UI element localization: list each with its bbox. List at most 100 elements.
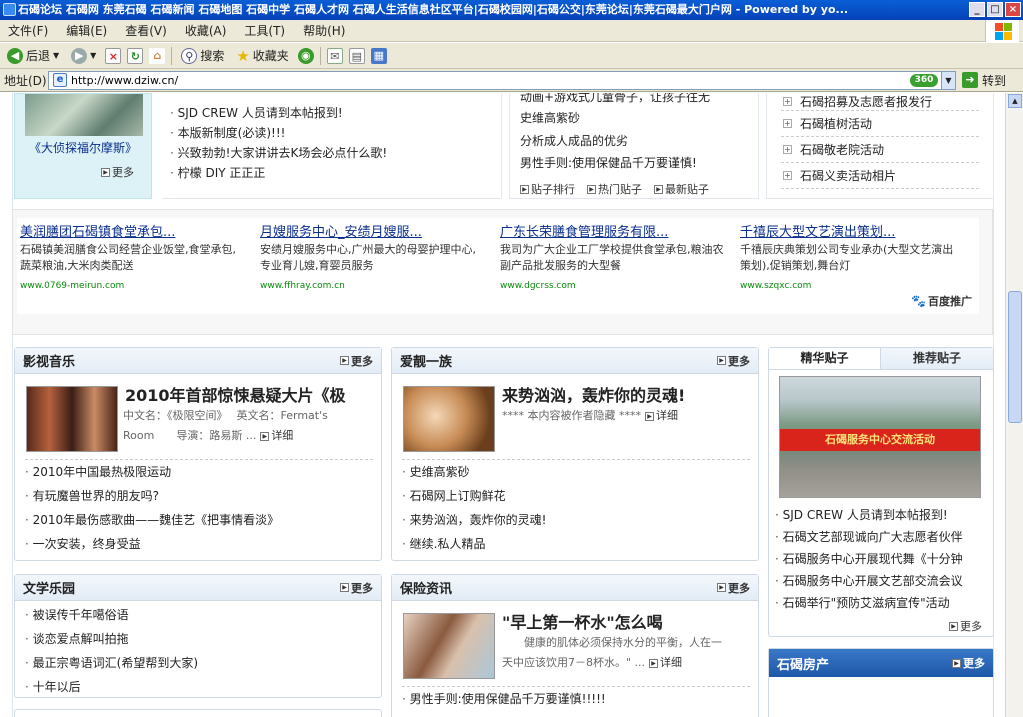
feature-title[interactable]: "早上第一杯水"怎么喝 (502, 609, 752, 633)
list-item[interactable]: 继续.私人精品 (402, 532, 750, 556)
list-item[interactable]: 男性手则:使用保健品千万要谨慎!!!!! (402, 687, 750, 711)
more-link[interactable]: ▶ 更多 (717, 353, 750, 369)
mail-icon[interactable]: ✉ (326, 47, 343, 64)
maximize-button[interactable]: □ (987, 2, 1003, 17)
list-item[interactable]: SJD CREW 人员请到本帖报到! (775, 504, 987, 526)
baidu-promo-link[interactable]: 🐾 百度推广 (911, 293, 972, 309)
ad-item[interactable]: 千禧辰大型文艺演出策划... 千禧辰庆典策划公司专业承办(大型文艺演出策划),促… (740, 224, 964, 294)
detail-link[interactable]: ▶ 详细 (649, 653, 682, 673)
tab-hot-posts[interactable]: ▶ 热门贴子 (587, 183, 642, 195)
movie-poster[interactable] (25, 94, 143, 136)
ad-panel: 美润膳团石碣镇食堂承包... 石碣镇美润膳食公司经营企业饭堂,食堂承包,蔬菜粮油… (12, 209, 993, 335)
panel-title[interactable]: 石碣房产 (777, 654, 829, 673)
list-item[interactable]: 石碣举行"预防艾滋病宣传"活动 (775, 592, 987, 614)
list-item[interactable]: 有玩魔兽世界的朋友吗? (25, 484, 373, 508)
menu-tools[interactable]: 工具(T) (244, 22, 285, 39)
movie-feature[interactable]: 《大侦探福尔摩斯》 ▶ 更多 (14, 93, 152, 199)
menu-favorites[interactable]: 收藏(A) (185, 22, 227, 39)
ad-item[interactable]: 广东长荣膳食管理服务有限... 我司为广大企业工厂学校提供食堂承包,粮油农副产品… (500, 224, 724, 294)
insurance-thumbnail[interactable] (403, 613, 495, 679)
film-thumbnail[interactable] (26, 386, 118, 452)
list-item[interactable]: + 石碣义卖活动相片 (781, 163, 979, 189)
list-item[interactable]: + 石碣招募及志愿者报发行 (781, 93, 979, 111)
menu-edit[interactable]: 编辑(E) (66, 22, 107, 39)
minimize-button[interactable]: _ (969, 2, 985, 17)
panel-title[interactable]: 爱靓一族 (400, 351, 452, 370)
security-360-badge[interactable]: 360 (910, 73, 938, 87)
home-icon[interactable]: ⌂ (149, 47, 166, 64)
list-item[interactable]: 谈恋爱点解叫拍拖 (25, 627, 373, 651)
ad-url[interactable]: www.0769-meirun.com (20, 278, 244, 294)
address-dropdown-icon[interactable]: ▼ (941, 71, 955, 89)
menu-view[interactable]: 查看(V) (125, 22, 167, 39)
list-item[interactable]: 男性手则:使用保健品千万要谨慎! (520, 153, 697, 173)
feature-title[interactable]: 来势汹汹，轰炸你的灵魂! (502, 382, 752, 406)
list-item[interactable]: 石碣网上订购鲜花 (402, 484, 750, 508)
list-item[interactable]: 史维高紫砂 (520, 108, 580, 128)
more-link[interactable]: ▶ 更多 (952, 655, 985, 671)
panel-title[interactable]: 影视音乐 (23, 351, 75, 370)
tab-new-posts[interactable]: ▶ 最新贴子 (654, 183, 709, 195)
list-item[interactable]: 石碣文艺部现诚向广大志愿者伙伴 (775, 526, 987, 548)
favorites-button[interactable]: ★ 收藏夹 (233, 47, 291, 65)
panel-title[interactable]: 保险资讯 (400, 578, 452, 597)
list-item[interactable]: 分析成人成品的优劣 (520, 131, 628, 151)
list-item[interactable]: 被误传千年噶俗语 (25, 603, 373, 627)
go-button[interactable]: ➜ 转到 (962, 72, 1006, 89)
more-link[interactable]: ▶ 更多 (949, 618, 982, 634)
print-icon[interactable]: ▤ (348, 47, 365, 64)
list-item[interactable]: 石碣服务中心开展文艺部交流会议 (775, 570, 987, 592)
movie-caption[interactable]: 《大侦探福尔摩斯》 (15, 139, 151, 156)
list-item[interactable]: 史维高紫砂 (402, 460, 750, 484)
search-button[interactable]: ⚲ 搜索 (178, 47, 227, 64)
detail-link[interactable]: ▶ 详细 (260, 426, 293, 446)
ad-url[interactable]: www.szqxc.com (740, 278, 964, 294)
detail-link[interactable]: ▶ 详细 (645, 406, 678, 426)
ad-title[interactable]: 广东长荣膳食管理服务有限... (500, 224, 724, 242)
panel-title[interactable]: 文学乐园 (23, 578, 75, 597)
list-item[interactable]: 最正宗粤语词汇(希望帮到大家) (25, 651, 373, 675)
list-item[interactable]: 十年以后 (25, 675, 373, 699)
list-item[interactable]: 2010年最伤感歌曲——魏佳艺《把事情看淡》 (25, 508, 373, 532)
more-link[interactable]: ▶ 更多 (717, 580, 750, 596)
tab-top-posts[interactable]: ▶ 贴子排行 (520, 183, 575, 195)
media-icon[interactable]: ◉ (297, 47, 314, 64)
ad-url[interactable]: www.ffhray.com.cn (260, 278, 484, 294)
vertical-scrollbar[interactable]: ▲ (1005, 93, 1023, 717)
menu-help[interactable]: 帮助(H) (303, 22, 345, 39)
list-item[interactable]: 石碣服务中心开展现代舞《十分钟 (775, 548, 987, 570)
ad-item[interactable]: 月嫂服务中心_安绩月嫂服... 安绩月嫂服务中心,广州最大的母婴护理中心,专业育… (260, 224, 484, 294)
menu-file[interactable]: 文件(F) (8, 22, 48, 39)
feature-title[interactable]: 2010年首部惊悚悬疑大片《极 (125, 382, 375, 406)
list-item[interactable]: 2010年中国最热极限运动 (25, 460, 373, 484)
stop-icon[interactable]: × (105, 47, 122, 64)
featured-photo[interactable]: 石碣服务中心交流活动 (779, 376, 981, 498)
edit-icon[interactable]: ▦ (370, 47, 387, 64)
list-item[interactable]: 来势汹汹，轰炸你的灵魂! (402, 508, 750, 532)
ad-title[interactable]: 月嫂服务中心_安绩月嫂服... (260, 224, 484, 242)
address-field[interactable]: e 360 ▼ (48, 70, 956, 90)
ad-title[interactable]: 美润膳团石碣镇食堂承包... (20, 224, 244, 242)
list-item[interactable]: 动画+游戏式儿童骨子，让孩子往无 (520, 93, 710, 107)
scroll-up-icon[interactable]: ▲ (1008, 94, 1022, 108)
beauty-thumbnail[interactable] (403, 386, 495, 452)
window-titlebar[interactable]: 石碣论坛 石碣网 东莞石碣 石碣新闻 石碣地图 石碣中学 石碣人才网 石碣人生活… (0, 0, 1023, 20)
ad-url[interactable]: www.dgcrss.com (500, 278, 724, 294)
refresh-icon[interactable]: ↻ (127, 47, 144, 64)
more-link[interactable]: ▶ 更多 (340, 580, 373, 596)
tab-featured-posts[interactable]: 精华贴子 (769, 348, 881, 369)
list-item[interactable]: + 石碣敬老院活动 (781, 137, 979, 163)
url-input[interactable] (71, 73, 910, 87)
list-item[interactable]: 柠檬 DIY 正正正 (170, 161, 266, 185)
more-link[interactable]: ▶ 更多 (340, 353, 373, 369)
tab-recommended-posts[interactable]: 推荐贴子 (881, 348, 993, 369)
scroll-thumb[interactable] (1008, 291, 1022, 423)
ad-item[interactable]: 美润膳团石碣镇食堂承包... 石碣镇美润膳食公司经营企业饭堂,食堂承包,蔬菜粮油… (20, 224, 244, 294)
ad-title[interactable]: 千禧辰大型文艺演出策划... (740, 224, 964, 242)
list-item[interactable]: + 石碣植树活动 (781, 111, 979, 137)
forward-button[interactable]: ▶ ▼ (68, 47, 99, 64)
back-button[interactable]: ◀ 后退 ▼ (4, 47, 62, 64)
movie-more-link[interactable]: ▶ 更多 (101, 164, 134, 180)
close-button[interactable]: × (1005, 2, 1021, 17)
list-item[interactable]: 一次安装，终身受益 (25, 532, 373, 556)
